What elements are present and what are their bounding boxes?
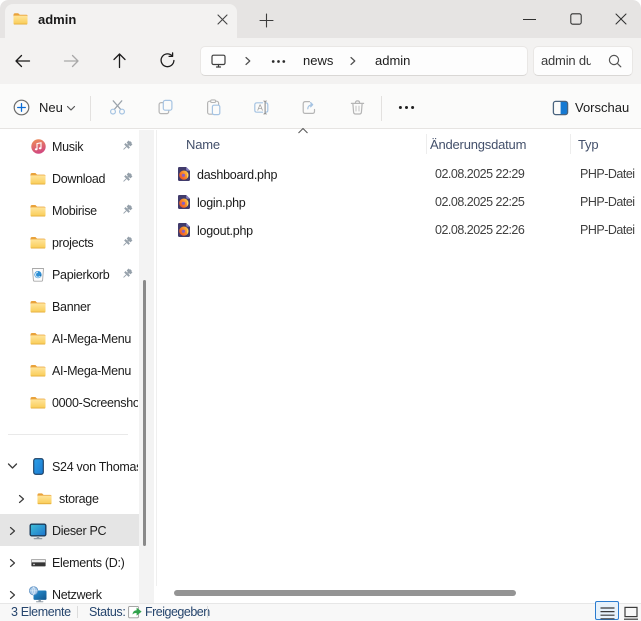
- svg-text:A: A: [257, 103, 263, 113]
